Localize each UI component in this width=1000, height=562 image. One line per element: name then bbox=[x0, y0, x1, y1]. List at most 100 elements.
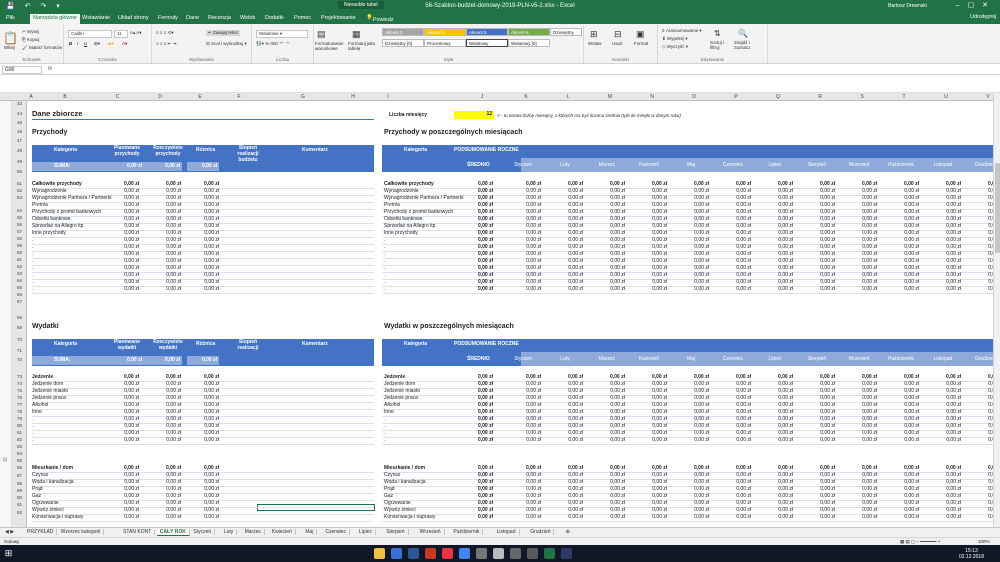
month-value[interactable]: 0,00 zł bbox=[713, 486, 751, 493]
row-number[interactable]: 75 bbox=[12, 388, 27, 393]
month-value[interactable]: 0,00 zł bbox=[629, 258, 667, 265]
month-value[interactable]: 0,00 zł bbox=[881, 416, 919, 423]
month-value[interactable]: 0,00 zł bbox=[881, 437, 919, 444]
month-value[interactable]: 0,00 zł bbox=[629, 216, 667, 223]
ribbon-tab[interactable]: Formuły bbox=[158, 15, 178, 21]
month-value[interactable]: 0,00 zł bbox=[965, 223, 993, 230]
month-value[interactable]: 0,00 zł bbox=[797, 374, 835, 381]
row-number[interactable]: 43 bbox=[12, 101, 27, 106]
month-value[interactable]: 0,00 zł bbox=[797, 493, 835, 500]
month-value[interactable]: 0,00 zł bbox=[629, 202, 667, 209]
month-value[interactable]: 0,00 zł bbox=[881, 216, 919, 223]
month-value[interactable]: 0,00 zł bbox=[713, 237, 751, 244]
sum-diff[interactable]: 0,00 zł bbox=[187, 357, 217, 364]
category-label[interactable]: Jedzenie praca bbox=[384, 395, 464, 402]
month-value[interactable]: 0,00 zł bbox=[503, 402, 541, 409]
row-number[interactable]: 60 bbox=[12, 250, 27, 255]
month-value[interactable]: 0,00 zł bbox=[755, 244, 793, 251]
month-value[interactable]: 0,00 zł bbox=[671, 402, 709, 409]
month-value[interactable]: 0,00 zł bbox=[629, 181, 667, 188]
month-value[interactable]: 0,00 zł bbox=[587, 195, 625, 202]
month-value[interactable]: 0,00 zł bbox=[881, 395, 919, 402]
month-header[interactable]: Sierpień bbox=[799, 162, 835, 169]
header-planned[interactable]: Planowane przychody bbox=[110, 145, 144, 157]
category-label[interactable]: Inne przychody bbox=[384, 230, 464, 237]
month-value[interactable]: 0,00 zł bbox=[923, 216, 961, 223]
month-value[interactable]: 0,00 zł bbox=[755, 230, 793, 237]
planned-value[interactable]: 0,00 zł bbox=[105, 409, 139, 416]
format-table-icon[interactable]: ▦ bbox=[352, 29, 361, 40]
month-value[interactable]: 0,00 zł bbox=[797, 202, 835, 209]
month-value[interactable]: 0,00 zł bbox=[713, 479, 751, 486]
row-number[interactable]: 54 bbox=[12, 208, 27, 213]
row-number[interactable]: 72 bbox=[12, 357, 27, 362]
actual-value[interactable]: 0,00 zł bbox=[147, 230, 181, 237]
month-value[interactable]: 0,00 zł bbox=[965, 514, 993, 521]
month-value[interactable]: 0,00 zł bbox=[797, 223, 835, 230]
month-value[interactable]: 0,00 zł bbox=[503, 430, 541, 437]
delete-button[interactable]: Usuń bbox=[612, 41, 623, 46]
format-icon[interactable]: ▣ bbox=[636, 29, 645, 40]
average-value[interactable]: 0,00 zł bbox=[457, 493, 493, 500]
month-value[interactable]: 0,00 zł bbox=[671, 195, 709, 202]
style-accent4[interactable]: Akcent 4 bbox=[424, 28, 466, 36]
month-value[interactable]: 0,00 zł bbox=[587, 223, 625, 230]
column-header[interactable]: P bbox=[724, 94, 748, 100]
month-value[interactable]: 0,00 zł bbox=[629, 272, 667, 279]
row-number[interactable]: 90 bbox=[12, 495, 27, 500]
average-value[interactable]: 0,00 zł bbox=[457, 181, 493, 188]
sheet-tab[interactable]: Maj bbox=[302, 529, 318, 535]
month-value[interactable]: 0,00 zł bbox=[629, 472, 667, 479]
month-value[interactable]: 0,00 zł bbox=[881, 493, 919, 500]
month-header[interactable]: Grudzień bbox=[967, 356, 993, 363]
month-value[interactable]: 0,00 zł bbox=[671, 181, 709, 188]
month-value[interactable]: 0,00 zł bbox=[503, 279, 541, 286]
month-value[interactable]: 0,00 zł bbox=[797, 286, 835, 293]
month-value[interactable]: 0,00 zł bbox=[923, 479, 961, 486]
month-value[interactable]: 0,00 zł bbox=[629, 374, 667, 381]
month-value[interactable]: 0,00 zł bbox=[839, 244, 877, 251]
category-label[interactable]: Wynagrodzenie bbox=[384, 188, 464, 195]
sheet-tab[interactable]: Kwiecień bbox=[269, 529, 296, 535]
month-value[interactable]: 0,00 zł bbox=[587, 409, 625, 416]
month-value[interactable]: 0,00 zł bbox=[587, 423, 625, 430]
average-value[interactable]: 0,00 zł bbox=[457, 437, 493, 444]
category-label[interactable]: Jedzenie bbox=[384, 374, 464, 381]
month-value[interactable]: 0,00 zł bbox=[713, 202, 751, 209]
planned-value[interactable]: 0,00 zł bbox=[105, 223, 139, 230]
category-label[interactable]: . bbox=[384, 244, 464, 251]
month-value[interactable]: 0,00 zł bbox=[881, 181, 919, 188]
month-value[interactable]: 0,00 zł bbox=[839, 423, 877, 430]
row-number[interactable]: 45 bbox=[12, 120, 27, 125]
month-value[interactable]: 0,00 zł bbox=[503, 265, 541, 272]
month-header[interactable]: Styczeń bbox=[505, 162, 541, 169]
column-header[interactable]: J bbox=[470, 94, 494, 100]
month-value[interactable]: 0,00 zł bbox=[587, 188, 625, 195]
column-header[interactable]: H bbox=[348, 94, 358, 100]
average-value[interactable]: 0,00 zł bbox=[457, 244, 493, 251]
window-controls[interactable]: –▢✕ bbox=[956, 1, 996, 9]
month-value[interactable]: 0,00 zł bbox=[881, 374, 919, 381]
month-value[interactable]: 0,00 zł bbox=[503, 237, 541, 244]
actual-value[interactable]: 0,00 zł bbox=[147, 395, 181, 402]
average-value[interactable]: 0,00 zł bbox=[457, 195, 493, 202]
excel-icon[interactable] bbox=[544, 548, 555, 559]
month-value[interactable]: 0,00 zł bbox=[503, 286, 541, 293]
actual-value[interactable]: 0,00 zł bbox=[147, 251, 181, 258]
month-value[interactable]: 0,00 zł bbox=[839, 188, 877, 195]
month-value[interactable]: 0,00 zł bbox=[503, 374, 541, 381]
month-value[interactable]: 0,00 zł bbox=[755, 493, 793, 500]
month-value[interactable]: 0,00 zł bbox=[671, 409, 709, 416]
category-label[interactable]: . bbox=[384, 423, 464, 430]
row-number[interactable]: 64 bbox=[12, 278, 27, 283]
diff-value[interactable]: 0,00 zł bbox=[187, 486, 219, 493]
month-value[interactable]: 0,00 zł bbox=[839, 500, 877, 507]
month-value[interactable]: 0,00 zł bbox=[965, 416, 993, 423]
month-value[interactable]: 0,00 zł bbox=[797, 500, 835, 507]
month-value[interactable]: 0,00 zł bbox=[503, 216, 541, 223]
month-value[interactable]: 0,00 zł bbox=[503, 381, 541, 388]
month-value[interactable]: 0,00 zł bbox=[545, 381, 583, 388]
actual-value[interactable]: 0,00 zł bbox=[147, 223, 181, 230]
column-header[interactable]: U bbox=[934, 94, 958, 100]
month-value[interactable]: 0,00 zł bbox=[671, 286, 709, 293]
